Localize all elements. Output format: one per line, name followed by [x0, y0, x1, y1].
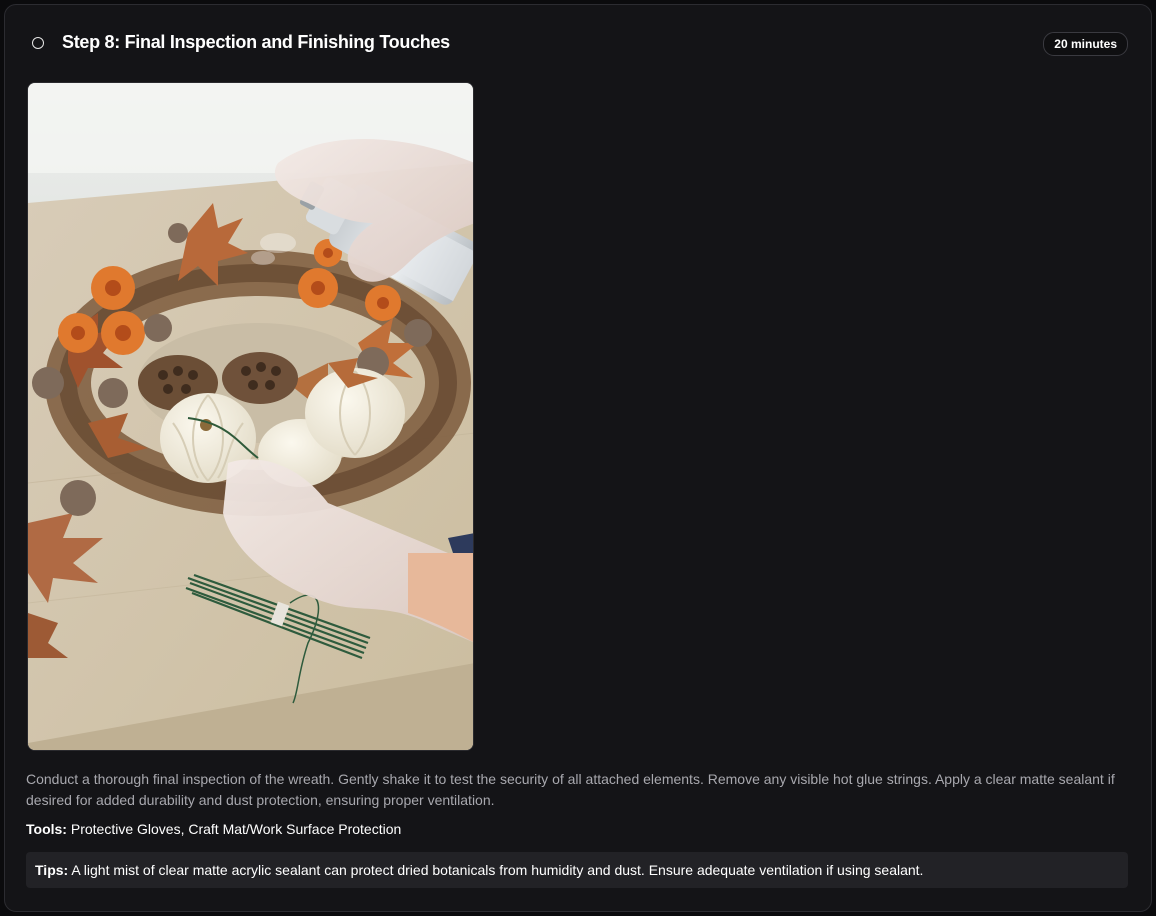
tools-line: Tools: Protective Gloves, Craft Mat/Work… [26, 821, 401, 837]
tools-label: Tools: [26, 821, 67, 837]
tips-value: A light mist of clear matte acrylic seal… [71, 862, 924, 878]
step-title: Step 8: Final Inspection and Finishing T… [62, 32, 450, 52]
step-description: Conduct a thorough final inspection of t… [26, 771, 1115, 808]
step-card: Step 8: Final Inspection and Finishing T… [4, 4, 1152, 912]
tips-box: Tips: A light mist of clear matte acryli… [26, 852, 1128, 888]
duration-badge: 20 minutes [1043, 32, 1128, 56]
tips-label: Tips: [35, 862, 69, 878]
step-header: Step 8: Final Inspection and Finishing T… [5, 5, 1151, 85]
empty-circle-icon[interactable] [32, 37, 44, 49]
step-image [27, 82, 474, 751]
tools-value: Protective Gloves, Craft Mat/Work Surfac… [70, 821, 402, 837]
